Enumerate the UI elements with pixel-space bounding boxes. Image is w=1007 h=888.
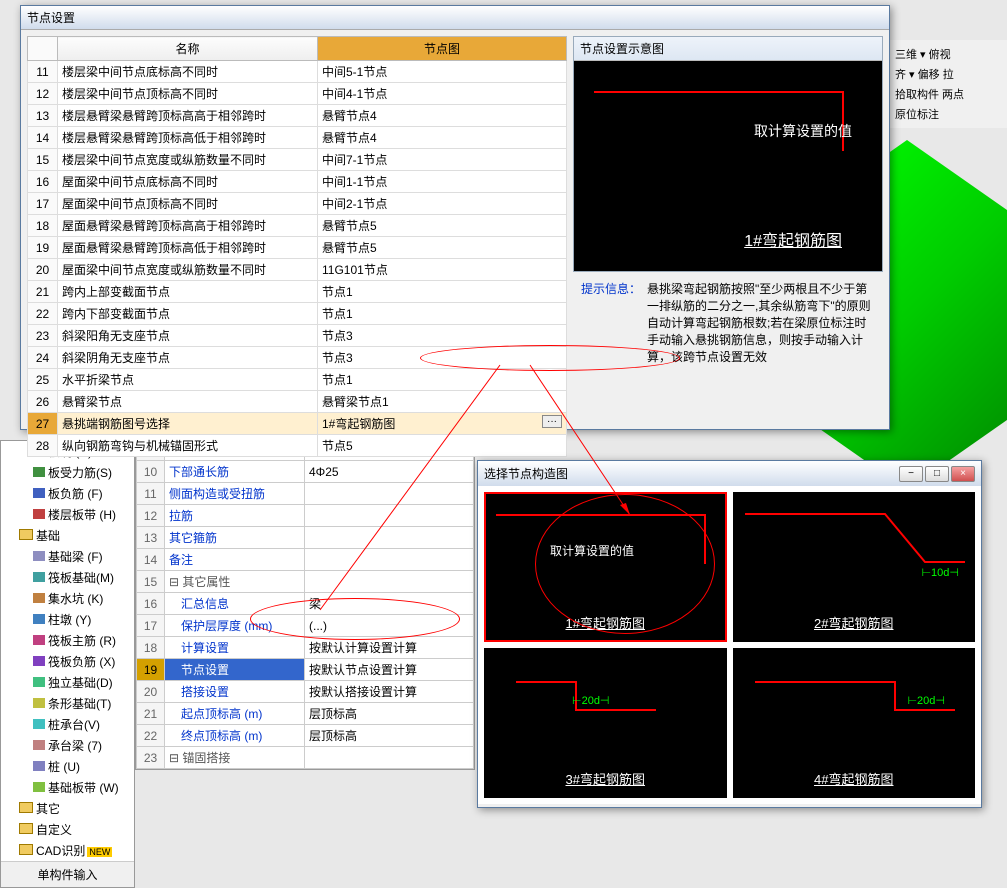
ellipsis-button[interactable]: ··· [542,415,562,428]
tree-item[interactable]: 筏板负筋 (X) [1,651,134,672]
minimize-button[interactable]: − [899,466,923,482]
tree-item[interactable]: 基础 [1,525,134,546]
toolbar-row[interactable]: 三维 ▾ 俯视 [891,44,1003,64]
prop-row[interactable]: 19 节点设置按默认节点设置计算 [137,659,474,681]
tree-item[interactable]: 自定义 [1,819,134,840]
prop-row[interactable]: 17 保护层厚度 (mm)(...) [137,615,474,637]
tree-item[interactable]: 其它 [1,798,134,819]
diagram-option-2[interactable]: ⊢10d⊣2#弯起钢筋图 [733,492,976,642]
node-row[interactable]: 21跨内上部变截面节点节点1 [28,281,567,303]
prop-row[interactable]: 16 汇总信息梁 [137,593,474,615]
hint-label: 提示信息： [581,280,641,365]
tree-item[interactable]: 桩承台(V) [1,714,134,735]
prop-row[interactable]: 22 终点顶标高 (m)层顶标高 [137,725,474,747]
maximize-button[interactable]: □ [925,466,949,482]
tree-item[interactable]: CAD识别NEW [1,840,134,861]
node-row[interactable]: 15楼层梁中间节点宽度或纵筋数量不同时中间7-1节点 [28,149,567,171]
diagram-option-1[interactable]: 取计算设置的值1#弯起钢筋图 [484,492,727,642]
right-toolbar: 三维 ▾ 俯视 齐 ▾ 偏移 拉 拾取构件 两点 原位标注 [887,40,1007,128]
node-row[interactable]: 19屋面悬臂梁悬臂跨顶标高低于相邻跨时悬臂节点5 [28,237,567,259]
dialog2-title: 选择节点构造图 [484,465,568,482]
node-row[interactable]: 17屋面梁中间节点顶标高不同时中间2-1节点 [28,193,567,215]
prop-row[interactable]: 20 搭接设置按默认搭接设置计算 [137,681,474,703]
node-row[interactable]: 13楼层悬臂梁悬臂跨顶标高高于相邻跨时悬臂节点4 [28,105,567,127]
diagram-option-4[interactable]: ⊢20d⊣4#弯起钢筋图 [733,648,976,798]
close-button[interactable]: × [951,466,975,482]
node-table: 名称 节点图 11楼层梁中间节点底标高不同时中间5-1节点12楼层梁中间节点顶标… [27,36,567,457]
tree-footer[interactable]: 单构件输入 [1,861,134,887]
prop-row[interactable]: 23⊟ 锚固搭接 [137,747,474,769]
preview-title: 节点设置示意图 [574,37,882,61]
tree-item[interactable]: 柱墩 (Y) [1,609,134,630]
node-row[interactable]: 16屋面梁中间节点底标高不同时中间1-1节点 [28,171,567,193]
toolbar-row[interactable]: 齐 ▾ 偏移 拉 [891,64,1003,84]
toolbar-row[interactable]: 拾取构件 两点 [891,84,1003,104]
preview-panel: 节点设置示意图 取计算设置的值 1#弯起钢筋图 [573,36,883,272]
node-row[interactable]: 24斜梁阴角无支座节点节点3 [28,347,567,369]
node-row[interactable]: 27悬挑端钢筋图号选择1#弯起钢筋图··· [28,413,567,435]
hint-text: 悬挑梁弯起钢筋按照"至少两根且不少于第一排纵筋的二分之一,其余纵筋弯下"的原则自… [647,280,875,365]
node-row[interactable]: 11楼层梁中间节点底标高不同时中间5-1节点 [28,61,567,83]
toolbar-row[interactable]: 原位标注 [891,104,1003,124]
node-row[interactable]: 12楼层梁中间节点顶标高不同时中间4-1节点 [28,83,567,105]
prop-row[interactable]: 14备注 [137,549,474,571]
node-row[interactable]: 14楼层悬臂梁悬臂跨顶标高低于相邻跨时悬臂节点4 [28,127,567,149]
tree-item[interactable]: 桩 (U) [1,756,134,777]
select-node-dialog: 选择节点构造图 − □ × 取计算设置的值1#弯起钢筋图⊢10d⊣2#弯起钢筋图… [477,460,982,808]
left-tree: 板洞 (N)板受力筋(S)板负筋 (F)楼层板带 (H)基础基础梁 (F)筏板基… [0,440,135,888]
col-node-diagram: 节点图 [318,37,567,61]
diagram-caption: 1#弯起钢筋图 [744,227,842,251]
tree-item[interactable]: 楼层板带 (H) [1,504,134,525]
prop-row[interactable]: 15⊟ 其它属性 [137,571,474,593]
diagram-option-3[interactable]: ⊢20d⊣3#弯起钢筋图 [484,648,727,798]
tree-item[interactable]: 筏板基础(M) [1,567,134,588]
node-row[interactable]: 20屋面梁中间节点宽度或纵筋数量不同时11G101节点 [28,259,567,281]
tree-item[interactable]: 独立基础(D) [1,672,134,693]
node-row[interactable]: 23斜梁阳角无支座节点节点3 [28,325,567,347]
preview-diagram: 取计算设置的值 1#弯起钢筋图 [574,61,882,271]
tree-item[interactable]: 基础板带 (W) [1,777,134,798]
node-settings-dialog: 节点设置 名称 节点图 11楼层梁中间节点底标高不同时中间5-1节点12楼层梁中… [20,5,890,430]
node-row[interactable]: 25水平折梁节点节点1 [28,369,567,391]
tree-item[interactable]: 条形基础(T) [1,693,134,714]
col-name: 名称 [58,37,318,61]
prop-row[interactable]: 12拉筋 [137,505,474,527]
diagram-label: 取计算设置的值 [754,121,852,141]
prop-row[interactable]: 21 起点顶标高 (m)层顶标高 [137,703,474,725]
node-row[interactable]: 28纵向钢筋弯钩与机械锚固形式节点5 [28,435,567,457]
tree-item[interactable]: 筏板主筋 (R) [1,630,134,651]
hint-box: 提示信息： 悬挑梁弯起钢筋按照"至少两根且不少于第一排纵筋的二分之一,其余纵筋弯… [573,272,883,373]
dialog-title: 节点设置 [21,6,889,30]
node-row[interactable]: 18屋面悬臂梁悬臂跨顶标高高于相邻跨时悬臂节点5 [28,215,567,237]
node-row[interactable]: 22跨内下部变截面节点节点1 [28,303,567,325]
prop-row[interactable]: 18 计算设置按默认计算设置计算 [137,637,474,659]
prop-row[interactable]: 13其它箍筋 [137,527,474,549]
tree-item[interactable]: 承台梁 (7) [1,735,134,756]
tree-item[interactable]: 基础梁 (F) [1,546,134,567]
node-row[interactable]: 26悬臂梁节点悬臂梁节点1 [28,391,567,413]
tree-item[interactable]: 集水坑 (K) [1,588,134,609]
